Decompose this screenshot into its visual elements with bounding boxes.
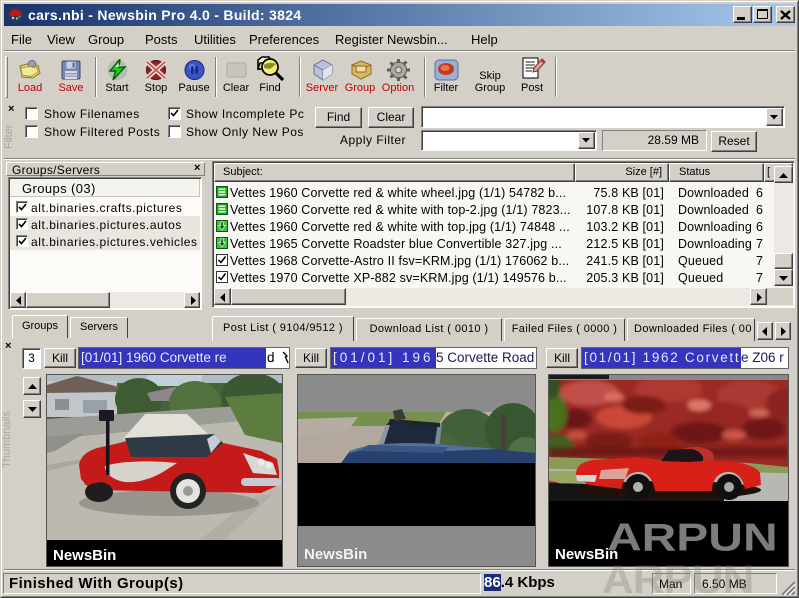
svg-text:NewsBin: NewsBin	[53, 547, 116, 564]
svg-text:ARPUN: ARPUN	[607, 516, 778, 560]
svg-text:NewsBin: NewsBin	[304, 546, 367, 563]
